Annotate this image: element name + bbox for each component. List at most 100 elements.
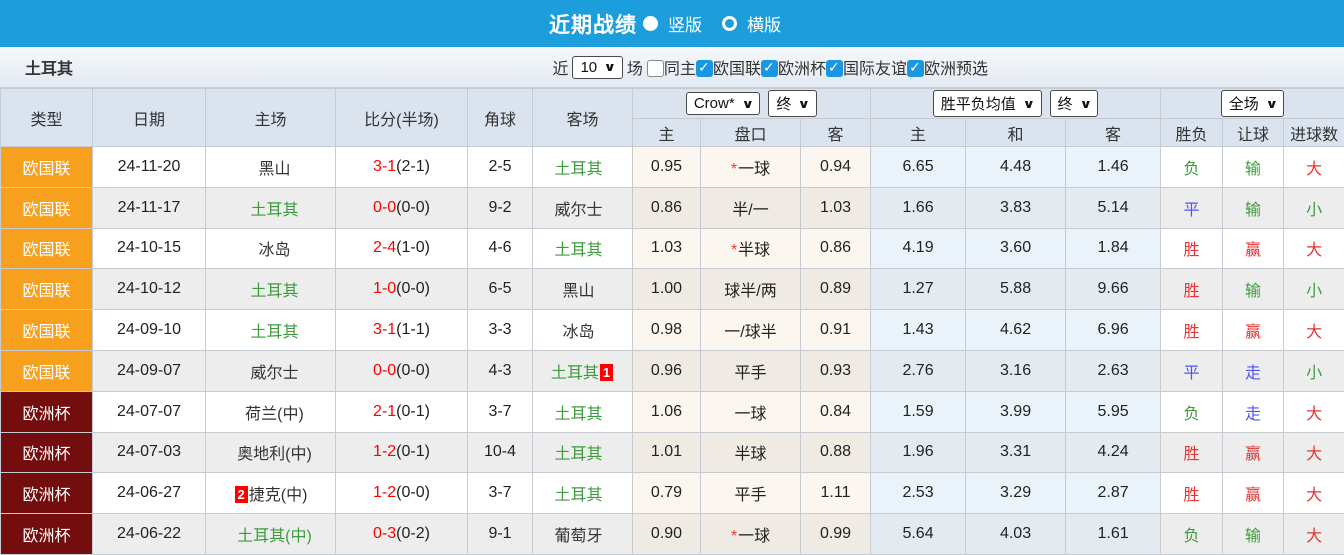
cell-corner: 9-2 — [467, 186, 533, 229]
avg-stage-select[interactable]: 终 ∨ — [1049, 90, 1099, 117]
cell-odds-away: 0.88 — [799, 431, 872, 474]
vertical-layout-label[interactable]: 竖版 — [668, 11, 702, 36]
league-checkbox-group: 同主欧国联欧洲杯国际友谊欧洲预选 — [646, 55, 988, 79]
cell-result-wdl: 胜 — [1160, 431, 1224, 474]
avg-group-header: 胜平负均值 ∨ 终 ∨ — [870, 88, 1162, 119]
score-fulltime: 2-4 — [373, 239, 397, 257]
cell-avg-home: 5.64 — [870, 513, 967, 555]
cell-home-team: 黑山 — [205, 146, 336, 188]
bookmaker-select[interactable]: Crow* ∨ — [685, 92, 761, 115]
cell-home-team: 土耳其 — [205, 268, 336, 311]
cell-handicap-line: *一球 — [700, 390, 801, 433]
away-team-name: 土耳其 — [550, 364, 599, 382]
col-header-type: 类型 — [0, 88, 93, 147]
checkbox-欧洲杯[interactable] — [760, 59, 778, 77]
cell-avg-away: 1.46 — [1065, 146, 1162, 188]
results-table: 类型 日期 主场 比分(半场) 角球 客场 Crow* ∨ 终 ∨ 胜平负均值 ∨ 终… — [0, 88, 1344, 555]
filter-controls: 近 10∨ 场 同主欧国联欧洲杯国际友谊欧洲预选 — [552, 55, 988, 79]
cell-result-wdl: 负 — [1160, 390, 1224, 433]
col-header-avg-draw: 和 — [965, 118, 1067, 147]
handicap-text: 一球 — [738, 160, 771, 178]
away-team-name: 土耳其 — [554, 160, 603, 178]
cell-date: 24-10-15 — [92, 227, 206, 270]
cell-score: 3-1(2-1) — [335, 146, 468, 188]
cell-home-team: 土耳其(中) — [205, 513, 336, 555]
away-team-name: 土耳其 — [554, 405, 603, 423]
cell-avg-draw: 3.16 — [965, 349, 1067, 392]
score-halftime: (2-1) — [396, 157, 430, 175]
col-header-odds-away: 客 — [799, 118, 872, 147]
chevron-down-icon: ∨ — [797, 96, 811, 111]
table-row: 欧国联 24-10-12 土耳其 1-0(0-0) 6-5 黑山 1.00 *球… — [0, 268, 1344, 311]
score-fulltime: 2-1 — [373, 402, 397, 420]
cell-odds-away: 0.89 — [799, 268, 872, 311]
cell-date: 24-09-07 — [92, 349, 206, 392]
avg-type-select[interactable]: 胜平负均值 ∨ — [932, 90, 1042, 117]
cell-avg-home: 1.43 — [870, 309, 967, 351]
cell-result-goals: 大 — [1283, 309, 1344, 351]
checkbox-label[interactable]: 欧洲杯 — [778, 61, 826, 78]
checkbox-欧国联[interactable] — [695, 59, 713, 77]
handicap-text: 一球 — [734, 405, 767, 423]
cell-result-wdl: 平 — [1160, 186, 1224, 229]
away-team-name: 土耳其 — [554, 487, 603, 505]
cell-result-goals: 大 — [1283, 227, 1344, 270]
cell-league-type: 欧国联 — [0, 268, 93, 311]
cell-odds-away: 1.11 — [799, 472, 872, 515]
home-team-name: 威尔士 — [250, 364, 299, 382]
horizontal-layout-radio[interactable] — [722, 16, 737, 31]
table-row: 欧国联 24-11-17 土耳其 0-0(0-0) 9-2 威尔士 0.86 *… — [0, 186, 1344, 229]
score-halftime: (1-0) — [396, 239, 430, 257]
col-header-corner: 角球 — [467, 88, 533, 147]
red-card-badge: 2 — [234, 486, 248, 504]
cell-result-wdl: 胜 — [1160, 472, 1224, 515]
cell-avg-draw: 4.62 — [965, 309, 1067, 351]
cell-result-goals: 小 — [1283, 349, 1344, 392]
cell-away-team: 葡萄牙 — [532, 513, 633, 555]
checkbox-欧洲预选[interactable] — [906, 59, 924, 77]
cell-avg-home: 2.76 — [870, 349, 967, 392]
cell-date: 24-10-12 — [92, 268, 206, 311]
result-group-header: 全场 ∨ — [1160, 88, 1344, 119]
cell-score: 0-0(0-0) — [335, 186, 468, 229]
home-team-name: 捷克(中) — [248, 487, 308, 505]
red-card-badge: 1 — [599, 363, 614, 381]
team-name: 土耳其 — [25, 61, 74, 78]
checkbox-label[interactable]: 欧国联 — [713, 61, 761, 78]
handicap-text: 球半/两 — [724, 283, 777, 301]
cell-avg-draw: 3.31 — [965, 431, 1067, 474]
checkbox-label[interactable]: 同主 — [664, 61, 696, 78]
cell-score: 1-2(0-1) — [335, 431, 468, 474]
cell-away-team: 土耳其 — [532, 431, 633, 474]
vertical-layout-radio[interactable] — [643, 16, 658, 31]
bookmaker-stage-select[interactable]: 终 ∨ — [768, 90, 818, 117]
star-mark: * — [730, 528, 738, 546]
cell-score: 0-3(0-2) — [335, 513, 468, 555]
cell-result-handicap: 输 — [1222, 513, 1285, 555]
cell-handicap-line: *一球 — [700, 513, 801, 555]
handicap-text: 一球 — [738, 528, 771, 546]
handicap-text: 平手 — [734, 487, 767, 505]
cell-league-type: 欧洲杯 — [0, 390, 93, 433]
col-header-date: 日期 — [92, 88, 206, 147]
col-header-odds-home: 主 — [632, 118, 701, 147]
cell-away-team: 黑山 — [532, 268, 633, 311]
filter-bar: 土耳其 近 10∨ 场 同主欧国联欧洲杯国际友谊欧洲预选 — [0, 47, 1344, 88]
cell-avg-home: 2.53 — [870, 472, 967, 515]
checkbox-同主[interactable] — [646, 60, 664, 77]
cell-away-team: 土耳其 — [532, 227, 633, 270]
cell-odds-home: 1.03 — [632, 227, 701, 270]
checkbox-label[interactable]: 国际友谊 — [843, 61, 907, 78]
horizontal-layout-label[interactable]: 横版 — [747, 11, 781, 36]
cell-corner: 3-7 — [467, 472, 533, 515]
chevron-down-icon: ∨ — [603, 60, 617, 74]
cell-handicap-line: *平手 — [700, 349, 801, 392]
checkbox-国际友谊[interactable] — [825, 59, 843, 77]
scope-select[interactable]: 全场 ∨ — [1220, 90, 1285, 117]
table-row: 欧洲杯 24-06-27 2 捷克(中) 1-2(0-0) 3-7 土耳其 0.7… — [0, 472, 1344, 515]
table-row: 欧国联 24-09-10 土耳其 3-1(1-1) 3-3 冰岛 0.98 *一… — [0, 309, 1344, 351]
recent-count-select[interactable]: 10 ∨ — [572, 55, 623, 79]
cell-avg-home: 6.65 — [870, 146, 967, 188]
cell-home-team: 威尔士 — [205, 349, 336, 392]
checkbox-label[interactable]: 欧洲预选 — [924, 61, 988, 78]
